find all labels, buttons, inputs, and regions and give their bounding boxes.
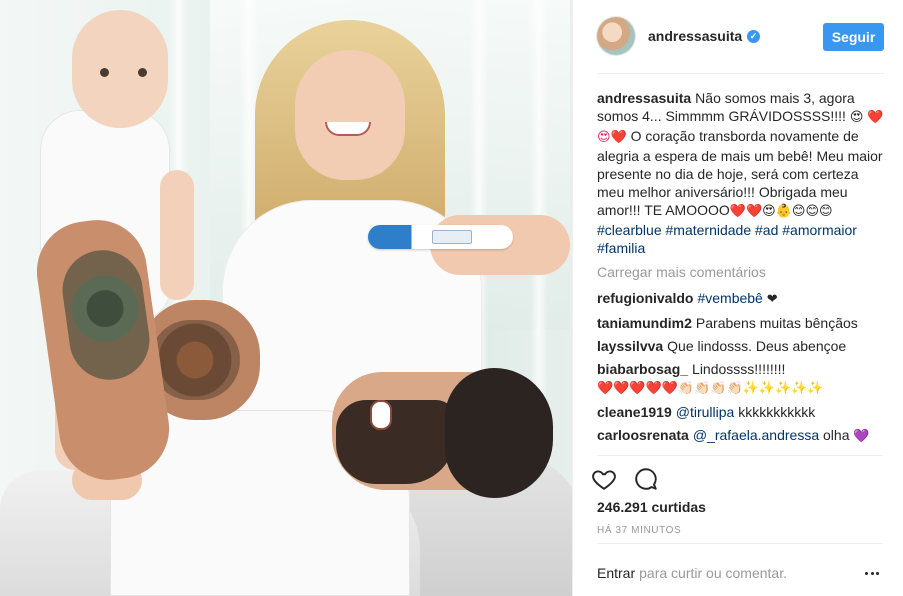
post-side-panel: andressasuita ✓ Seguir andressasuita Não … — [572, 0, 903, 596]
man-hair — [445, 368, 553, 498]
comment-item: cleane1919 @tirullipa kkkkkkkkkkk — [597, 403, 887, 421]
comment-prompt-text: para curtir ou comentar. — [639, 565, 787, 581]
comment-item: marcelaa_oliveira😍👏🎉🎉🎉🎉🎉 — [597, 451, 887, 453]
comments-list: andressasuita Não somos mais 3, agora som… — [597, 89, 887, 453]
divider — [597, 455, 883, 456]
mention-link[interactable]: @tirullipa — [676, 404, 735, 420]
pregnancy-test-window — [432, 230, 472, 244]
baby-arm — [160, 170, 194, 300]
comment-text: olha — [823, 427, 850, 443]
post-photo[interactable] — [0, 0, 572, 596]
comment-emoji: 💜 — [853, 429, 870, 444]
comment-item: refugionivaldo #vembebê ❤ — [597, 289, 887, 309]
woman-smile — [325, 122, 371, 136]
comment-emoji: ❤ — [766, 292, 778, 307]
baby-head — [72, 10, 168, 128]
likes-count[interactable]: 246.291 curtidas — [597, 499, 706, 515]
more-options-icon[interactable] — [865, 572, 879, 576]
hashtag-link[interactable]: #vembebê — [697, 290, 762, 306]
comment-item: biabarbosag_ Lindossss!!!!!!!! ❤️❤️❤️❤️❤️… — [597, 360, 887, 398]
comment-emoji: ❤️❤️❤️❤️❤️👏🏻👏🏻👏🏻👏🏻✨✨✨✨✨ — [597, 381, 824, 396]
caption-username[interactable]: andressasuita — [597, 90, 691, 106]
baby-eye — [138, 68, 147, 77]
hashtag-link[interactable]: #clearblue — [597, 222, 662, 238]
divider — [597, 543, 883, 544]
hashtag-link[interactable]: #amormaior — [782, 222, 857, 238]
comment-username[interactable]: marcelaa_oliveira — [597, 452, 715, 453]
header-username[interactable]: andressasuita — [648, 28, 742, 44]
avatar[interactable] — [597, 17, 635, 55]
comment-text: Parabens muitas bênçãos — [695, 315, 858, 331]
instagram-post: andressasuita ✓ Seguir andressasuita Não … — [0, 0, 903, 596]
baby-eye — [100, 68, 109, 77]
woman-face — [295, 50, 405, 180]
login-link[interactable]: Entrar — [597, 565, 635, 581]
caption-emoji: 😍 — [849, 110, 864, 125]
comment-item: carloosrenata @_rafaela.andressa olha 💜 — [597, 426, 887, 446]
hashtag-link[interactable]: #familia — [597, 240, 645, 256]
post-timestamp[interactable]: HÁ 37 MINUTOS — [597, 525, 681, 536]
comment-username[interactable]: biabarbosag_ — [597, 361, 688, 377]
mention-link[interactable]: @_rafaela.andressa — [693, 427, 819, 443]
load-more-comments[interactable]: Carregar mais comentários — [597, 263, 887, 281]
hashtag-link[interactable]: #maternidade — [666, 222, 752, 238]
comment-login-prompt: Entrar para curtir ou comentar. — [597, 565, 787, 581]
comment-text: Que lindosss. Deus abençoe — [667, 338, 847, 354]
post-caption: andressasuita Não somos mais 3, agora som… — [597, 89, 887, 257]
hashtag-link[interactable]: #ad — [755, 222, 778, 238]
comment-icon[interactable] — [633, 466, 659, 492]
verified-badge-icon: ✓ — [747, 30, 760, 43]
comment-username[interactable]: carloosrenata — [597, 427, 689, 443]
follow-button[interactable]: Seguir — [823, 23, 884, 51]
comment-username[interactable]: refugionivaldo — [597, 290, 693, 306]
comment-username[interactable]: cleane1919 — [597, 404, 672, 420]
comment-username[interactable]: layssilvva — [597, 338, 663, 354]
comment-item: layssilvva Que lindosss. Deus abençoe — [597, 337, 887, 355]
comment-text: kkkkkkkkkkk — [738, 404, 816, 420]
comment-text: Lindossss!!!!!!!! — [692, 361, 786, 377]
man-beard — [336, 400, 456, 484]
heart-icon[interactable] — [591, 466, 617, 492]
comment-item: taniamundim2 Parabens muitas bênçãos — [597, 314, 887, 332]
caption-emoji: ❤️❤️😍👶😊😊😊 — [729, 204, 833, 219]
man-mouth — [370, 400, 392, 430]
comment-username[interactable]: taniamundim2 — [597, 315, 692, 331]
post-header: andressasuita ✓ Seguir — [573, 0, 903, 74]
